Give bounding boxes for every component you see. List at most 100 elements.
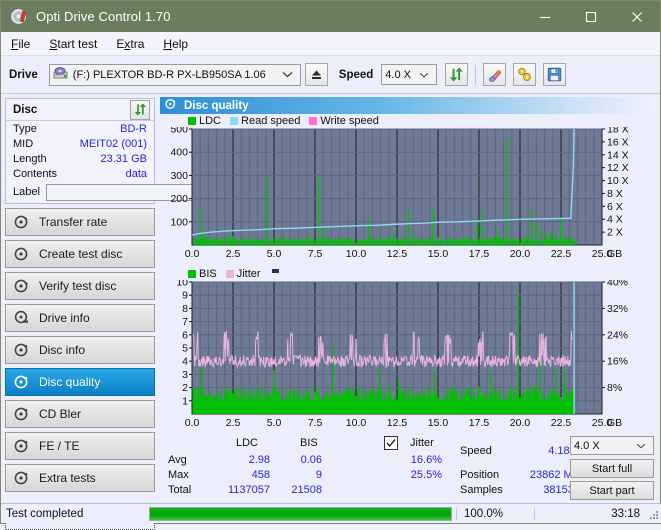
stats-max-bis: 9 xyxy=(315,469,322,481)
svg-text:300: 300 xyxy=(170,170,188,182)
sidebar-item-extra-tests[interactable]: Extra tests xyxy=(5,464,155,492)
test-speed-select[interactable]: 4.0 X xyxy=(570,436,654,455)
disc-row-contents: Contents data xyxy=(6,166,154,181)
legend-label-jitter: Jitter xyxy=(236,267,261,280)
disc-row-type-value: BD-R xyxy=(120,122,147,135)
sidebar-item-disc-info[interactable]: Disc info xyxy=(5,336,155,364)
menu-file[interactable]: File xyxy=(11,37,30,51)
svg-text:10.0: 10.0 xyxy=(346,417,367,429)
sidebar-item-label: FE / TE xyxy=(39,439,80,453)
sidebar-item-transfer-rate[interactable]: Transfer rate xyxy=(5,208,155,236)
disc-row-contents-value: data xyxy=(125,167,147,180)
sidebar-item-verify-test-disc[interactable]: Verify test disc xyxy=(5,272,155,300)
sidebar-item-fe-te[interactable]: FE / TE xyxy=(5,432,155,460)
svg-text:3: 3 xyxy=(182,369,188,381)
svg-text:10: 10 xyxy=(176,280,188,289)
disc-bler-icon xyxy=(14,406,30,422)
sidebar-item-disc-quality[interactable]: Disc quality xyxy=(5,368,155,396)
legend-label-read-speed: Read speed xyxy=(241,114,301,127)
legend-label-write-speed: Write speed xyxy=(320,114,379,127)
window-title: Opti Drive Control 1.70 xyxy=(36,9,171,24)
disc-quality-icon xyxy=(14,374,30,390)
application-window: Opti Drive Control 1.70 File Start test … xyxy=(0,0,661,530)
svg-text:17.5: 17.5 xyxy=(469,417,490,429)
svg-text:7.5: 7.5 xyxy=(308,248,323,260)
stats-max-ldc: 458 xyxy=(251,469,270,481)
jitter-checkbox[interactable] xyxy=(384,436,398,450)
start-part-button[interactable]: Start part xyxy=(570,481,654,500)
refresh-button[interactable] xyxy=(445,63,469,86)
disc-info-icon xyxy=(14,342,30,358)
speed-label: Speed xyxy=(338,68,374,81)
menu-extra[interactable]: Extra xyxy=(116,37,144,51)
svg-text:22.5: 22.5 xyxy=(551,417,572,429)
maximize-button[interactable] xyxy=(568,1,614,32)
stats-row-max-name: Max xyxy=(168,469,189,481)
sidebar-item-label: CD Bler xyxy=(39,407,82,421)
disc-row-length-value: 23.31 GB xyxy=(100,152,147,165)
svg-text:10.0: 10.0 xyxy=(346,248,367,260)
stats-avg-bis: 0.06 xyxy=(300,454,322,466)
ldc-legend: LDC Read speed Write speed xyxy=(188,114,657,127)
disc-refresh-button[interactable] xyxy=(130,99,150,120)
legend-write-speed: Write speed xyxy=(309,115,379,127)
menu-start-test[interactable]: Start test xyxy=(49,37,97,51)
disc-check-icon xyxy=(14,278,30,294)
svg-text:12 X: 12 X xyxy=(607,162,629,174)
save-button[interactable] xyxy=(543,63,567,86)
stats-avg-ldc: 2.98 xyxy=(248,454,270,466)
toolbar-separator xyxy=(475,64,477,85)
svg-text:20.0: 20.0 xyxy=(510,417,531,429)
menu-bar: File Start test Extra Help xyxy=(1,32,660,56)
svg-text:6 X: 6 X xyxy=(607,201,623,213)
eject-button[interactable] xyxy=(304,63,328,86)
speed-select[interactable]: 4.0 X xyxy=(381,64,438,85)
drive-info-icon xyxy=(14,310,30,326)
bis-plot: 12345 678910 8% 16% 24% 32% 40% 0.0 2.5 5.0 7.5 10.… xyxy=(176,277,628,430)
statistics-panel: LDC BIS Jitter Avg 2.98 0.06 16.6% Max 4… xyxy=(160,435,657,500)
sidebar-item-label: Disc quality xyxy=(39,375,101,389)
disc-fete-icon xyxy=(14,438,30,454)
start-full-button[interactable]: Start full xyxy=(570,459,654,478)
stats-total-bis: 21508 xyxy=(291,484,322,496)
drive-select[interactable]: (F:) PLEXTOR BD-R PX-LB950SA 1.06 xyxy=(48,63,301,86)
drive-value: (F:) PLEXTOR BD-R PX-LB950SA 1.06 xyxy=(72,68,266,81)
svg-text:200: 200 xyxy=(170,193,188,205)
legend-swatch-read-speed xyxy=(230,116,239,125)
chevron-down-icon xyxy=(282,69,293,81)
sidebar-item-label: Transfer rate xyxy=(39,215,108,229)
legend-swatch-jitter xyxy=(225,269,234,278)
sidebar-item-drive-info[interactable]: Drive info xyxy=(5,304,155,332)
sidebar-item-create-test-disc[interactable]: Create test disc xyxy=(5,240,155,268)
disc-group-title: Disc xyxy=(13,103,38,116)
samples-value: 381537 xyxy=(543,484,580,496)
stats-col-ldc: LDC xyxy=(236,437,259,449)
disc-speed-icon xyxy=(14,214,30,230)
svg-text:12.5: 12.5 xyxy=(387,248,408,260)
svg-text:5: 5 xyxy=(182,343,188,355)
svg-text:16%: 16% xyxy=(607,356,628,368)
minimize-button[interactable] xyxy=(522,1,568,32)
disc-row-mid-value: MEIT02 (001) xyxy=(79,137,147,150)
svg-text:17.5: 17.5 xyxy=(469,248,490,260)
position-label: Position xyxy=(460,469,500,481)
content-panel: Disc quality LDC Read speed Write speed xyxy=(159,94,660,503)
resize-grip[interactable] xyxy=(649,510,659,520)
sidebar: Disc Type BD-R MID MEIT02 (001) Length 2… xyxy=(1,94,249,530)
window-controls xyxy=(522,1,660,32)
svg-text:2.5: 2.5 xyxy=(226,248,241,260)
svg-text:22.5: 22.5 xyxy=(551,248,572,260)
menu-help[interactable]: Help xyxy=(163,37,188,51)
svg-text:4 X: 4 X xyxy=(607,214,623,226)
progress-percent: 100.0% xyxy=(456,507,534,520)
chevron-down-icon xyxy=(419,69,429,81)
disc-label-key: Label xyxy=(13,186,40,198)
close-button[interactable] xyxy=(614,1,660,32)
tools-button[interactable] xyxy=(513,63,537,86)
svg-text:8: 8 xyxy=(182,303,188,315)
svg-text:10 X: 10 X xyxy=(607,175,629,187)
sidebar-item-cd-bler[interactable]: CD Bler xyxy=(5,400,155,428)
title-bar: Opti Drive Control 1.70 xyxy=(1,1,660,32)
erase-button[interactable] xyxy=(483,63,507,86)
svg-text:0.0: 0.0 xyxy=(185,248,200,260)
